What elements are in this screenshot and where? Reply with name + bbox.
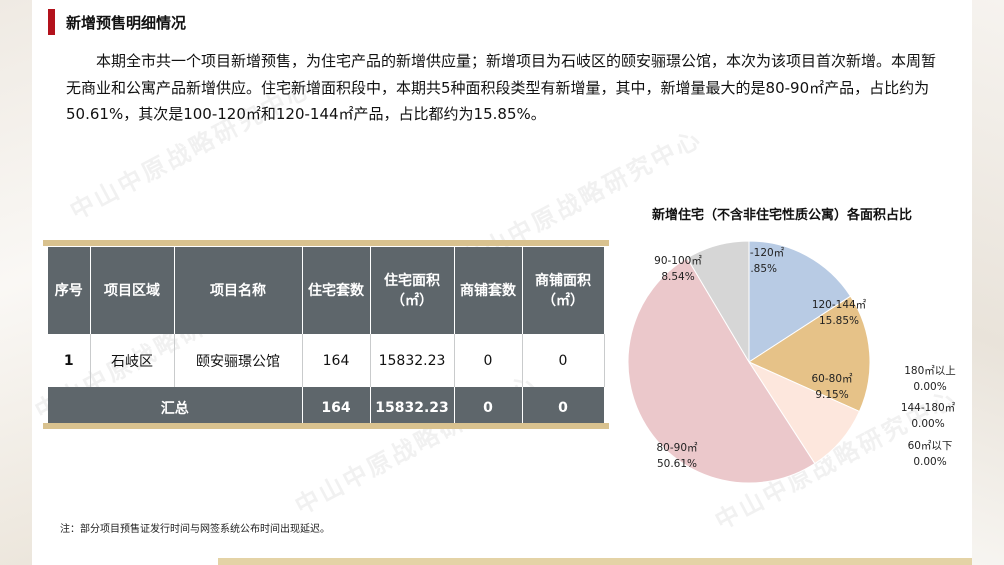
footnote: 注：部分项目预售证发行时间与网签系统公布时间出现延迟。 — [60, 524, 330, 535]
slice-value-label: 8.54% — [661, 271, 694, 283]
slice-label: 144-180㎡ — [901, 402, 956, 414]
slice-label: 80-90㎡ — [656, 442, 698, 454]
slice-value-label: 0.00% — [913, 381, 946, 393]
slice-label: 180㎡以上 — [904, 365, 956, 377]
slice-value-label: 0.00% — [913, 456, 946, 468]
slice-value-label: 9.15% — [815, 389, 848, 401]
bottom-decoration-line — [218, 558, 972, 565]
slice-label: 120-144㎡ — [812, 299, 867, 311]
slice-value-label: 0.00% — [911, 418, 944, 430]
slice-value-label: 15.85% — [819, 315, 859, 327]
pie-chart: 100-120㎡15.85%120-144㎡15.85%60-80㎡9.15%1… — [627, 240, 956, 484]
slice-label: 60㎡以下 — [908, 440, 953, 452]
slice-value-label: 50.61% — [657, 458, 697, 470]
slice-label: 90-100㎡ — [654, 255, 702, 267]
slice-label: 60-80㎡ — [811, 373, 853, 385]
